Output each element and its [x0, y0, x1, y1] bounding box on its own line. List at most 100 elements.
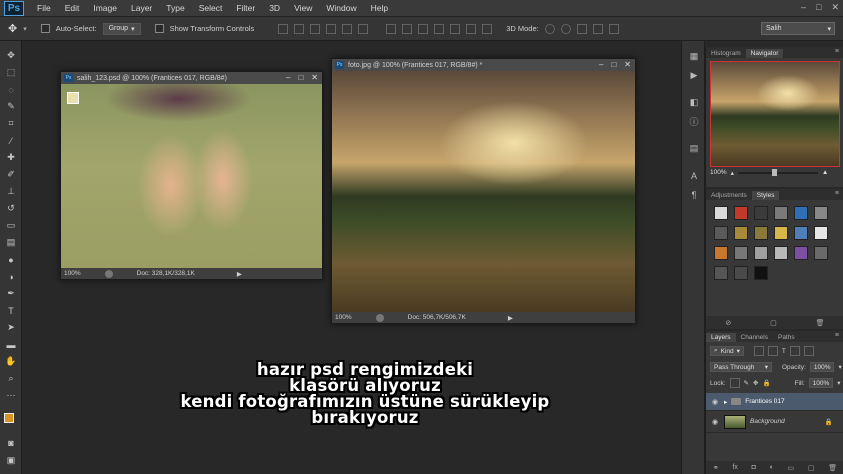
distribute-bottom-icon[interactable]	[418, 23, 429, 34]
align-bottom-icon[interactable]	[310, 23, 321, 34]
opacity-input[interactable]: 100%	[809, 362, 835, 372]
blend-mode-dropdown[interactable]: Pass Through ▾	[710, 362, 772, 372]
document-title-bar[interactable]: Ps salih_123.psd @ 100% (Frantices 017, …	[61, 72, 322, 84]
marquee-tool-icon[interactable]: ⬚	[0, 64, 22, 81]
history-brush-tool-icon[interactable]: ↺	[0, 200, 22, 217]
distribute-center-icon[interactable]	[450, 23, 461, 34]
add-mask-icon[interactable]: ◘	[752, 464, 756, 471]
filter-smart-object-icon[interactable]	[803, 346, 814, 356]
filter-adjustment-icon[interactable]	[767, 346, 778, 356]
style-swatch[interactable]	[814, 226, 828, 240]
status-menu-arrow-icon[interactable]: ▶	[237, 270, 242, 278]
tool-preset-dropdown[interactable]: ▾	[23, 25, 27, 33]
style-swatch[interactable]	[774, 206, 788, 220]
tab-adjustments[interactable]: Adjustments	[706, 191, 752, 200]
distribute-middle-icon[interactable]	[402, 23, 413, 34]
actions-icon[interactable]: ▶	[682, 66, 706, 85]
menu-image[interactable]: Image	[86, 3, 124, 13]
tab-styles[interactable]: Styles	[751, 191, 780, 200]
path-selection-tool-icon[interactable]: ➤	[0, 319, 22, 336]
3d-rotate-icon[interactable]	[544, 23, 555, 34]
quick-select-tool-icon[interactable]: ✎	[0, 98, 22, 115]
distribute-right-icon[interactable]	[466, 23, 477, 34]
panel-menu-icon[interactable]: ≡	[835, 332, 839, 339]
style-swatch[interactable]	[714, 246, 728, 260]
layer-style-icon[interactable]: fx	[732, 464, 737, 471]
more-tools-icon[interactable]: ⋯	[0, 387, 22, 404]
style-swatch[interactable]	[734, 246, 748, 260]
share-icon[interactable]	[104, 269, 113, 278]
filter-type-icon[interactable]: T	[782, 348, 786, 355]
style-swatch[interactable]	[714, 266, 728, 280]
style-swatch[interactable]	[814, 246, 828, 260]
navigator-zoom-value[interactable]: 100%	[710, 169, 727, 176]
link-layers-icon[interactable]: ⚭	[713, 464, 719, 472]
clone-stamp-tool-icon[interactable]: ⊥	[0, 183, 22, 200]
distribute-left-icon[interactable]	[434, 23, 445, 34]
character-icon[interactable]: A	[682, 166, 706, 185]
style-swatch[interactable]	[754, 226, 768, 240]
history-icon[interactable]: ▦	[682, 47, 706, 66]
new-style-icon[interactable]: ▢	[770, 319, 777, 327]
align-center-icon[interactable]	[342, 23, 353, 34]
style-swatch[interactable]	[734, 226, 748, 240]
style-swatch[interactable]	[774, 246, 788, 260]
style-swatch[interactable]	[794, 206, 808, 220]
style-swatch[interactable]	[714, 226, 728, 240]
layer-group-row[interactable]: ◉ ▸ Frantices 017	[706, 393, 843, 411]
tab-paths[interactable]: Paths	[773, 333, 800, 342]
tab-histogram[interactable]: Histogram	[706, 49, 746, 58]
tab-layers[interactable]: Layers	[706, 333, 736, 342]
style-swatch[interactable]	[794, 246, 808, 260]
lasso-tool-icon[interactable]: ◌	[0, 81, 22, 98]
style-swatch[interactable]	[734, 266, 748, 280]
style-swatch[interactable]	[814, 206, 828, 220]
show-transform-checkbox[interactable]	[154, 24, 164, 33]
style-swatch[interactable]	[754, 246, 768, 260]
layer-background-row[interactable]: ◉ Background 🔒	[706, 411, 843, 433]
brush-tool-icon[interactable]: ✐	[0, 166, 22, 183]
style-swatch[interactable]	[754, 206, 768, 220]
auto-select-checkbox[interactable]	[40, 24, 50, 33]
type-tool-icon[interactable]: T	[0, 302, 22, 319]
align-left-icon[interactable]	[326, 23, 337, 34]
shape-tool-icon[interactable]: ▬	[0, 336, 22, 353]
crop-tool-icon[interactable]: ⌗	[0, 115, 22, 132]
zoom-level[interactable]: 100%	[335, 314, 352, 321]
zoom-slider[interactable]	[737, 168, 818, 176]
style-swatch[interactable]	[734, 206, 748, 220]
distribute-top-icon[interactable]	[386, 23, 397, 34]
zoom-in-icon[interactable]: ▲	[822, 169, 828, 176]
3d-scale-icon[interactable]	[608, 23, 619, 34]
eraser-tool-icon[interactable]: ▭	[0, 217, 22, 234]
document-title-bar[interactable]: Ps foto.jpg @ 100% (Frantices 017, RGB/8…	[332, 59, 635, 71]
navigator-preview[interactable]	[710, 61, 840, 167]
close-icon[interactable]: ✕	[311, 73, 318, 82]
menu-window[interactable]: Window	[319, 3, 363, 13]
chevron-down-icon[interactable]: ▾	[838, 363, 841, 371]
brush-presets-icon[interactable]: ▤	[682, 139, 706, 158]
eye-icon[interactable]: ◉	[710, 418, 720, 426]
quick-mask-icon[interactable]: ◙	[0, 434, 22, 451]
3d-pan-icon[interactable]	[576, 23, 587, 34]
dodge-tool-icon[interactable]: ◑	[0, 268, 22, 285]
close-button[interactable]: ✕	[831, 2, 839, 13]
style-swatch[interactable]	[754, 266, 768, 280]
paragraph-icon[interactable]: ¶	[682, 185, 706, 204]
eye-icon[interactable]: ◉	[710, 398, 720, 406]
maximize-button[interactable]: □	[816, 2, 821, 13]
3d-roll-icon[interactable]	[560, 23, 571, 34]
3d-slide-icon[interactable]	[592, 23, 603, 34]
panel-menu-icon[interactable]: ≡	[835, 190, 839, 197]
auto-align-icon[interactable]	[482, 23, 493, 34]
pen-tool-icon[interactable]: ✒	[0, 285, 22, 302]
eyedropper-tool-icon[interactable]: ⁄	[0, 132, 22, 149]
filter-shape-icon[interactable]	[789, 346, 800, 356]
align-top-icon[interactable]	[278, 23, 289, 34]
align-right-icon[interactable]	[358, 23, 369, 34]
new-layer-icon[interactable]: ▢	[808, 464, 815, 472]
align-middle-icon[interactable]	[294, 23, 305, 34]
menu-select[interactable]: Select	[192, 3, 230, 13]
fill-input[interactable]: 100%	[808, 378, 834, 388]
maximize-icon[interactable]: □	[611, 60, 616, 69]
